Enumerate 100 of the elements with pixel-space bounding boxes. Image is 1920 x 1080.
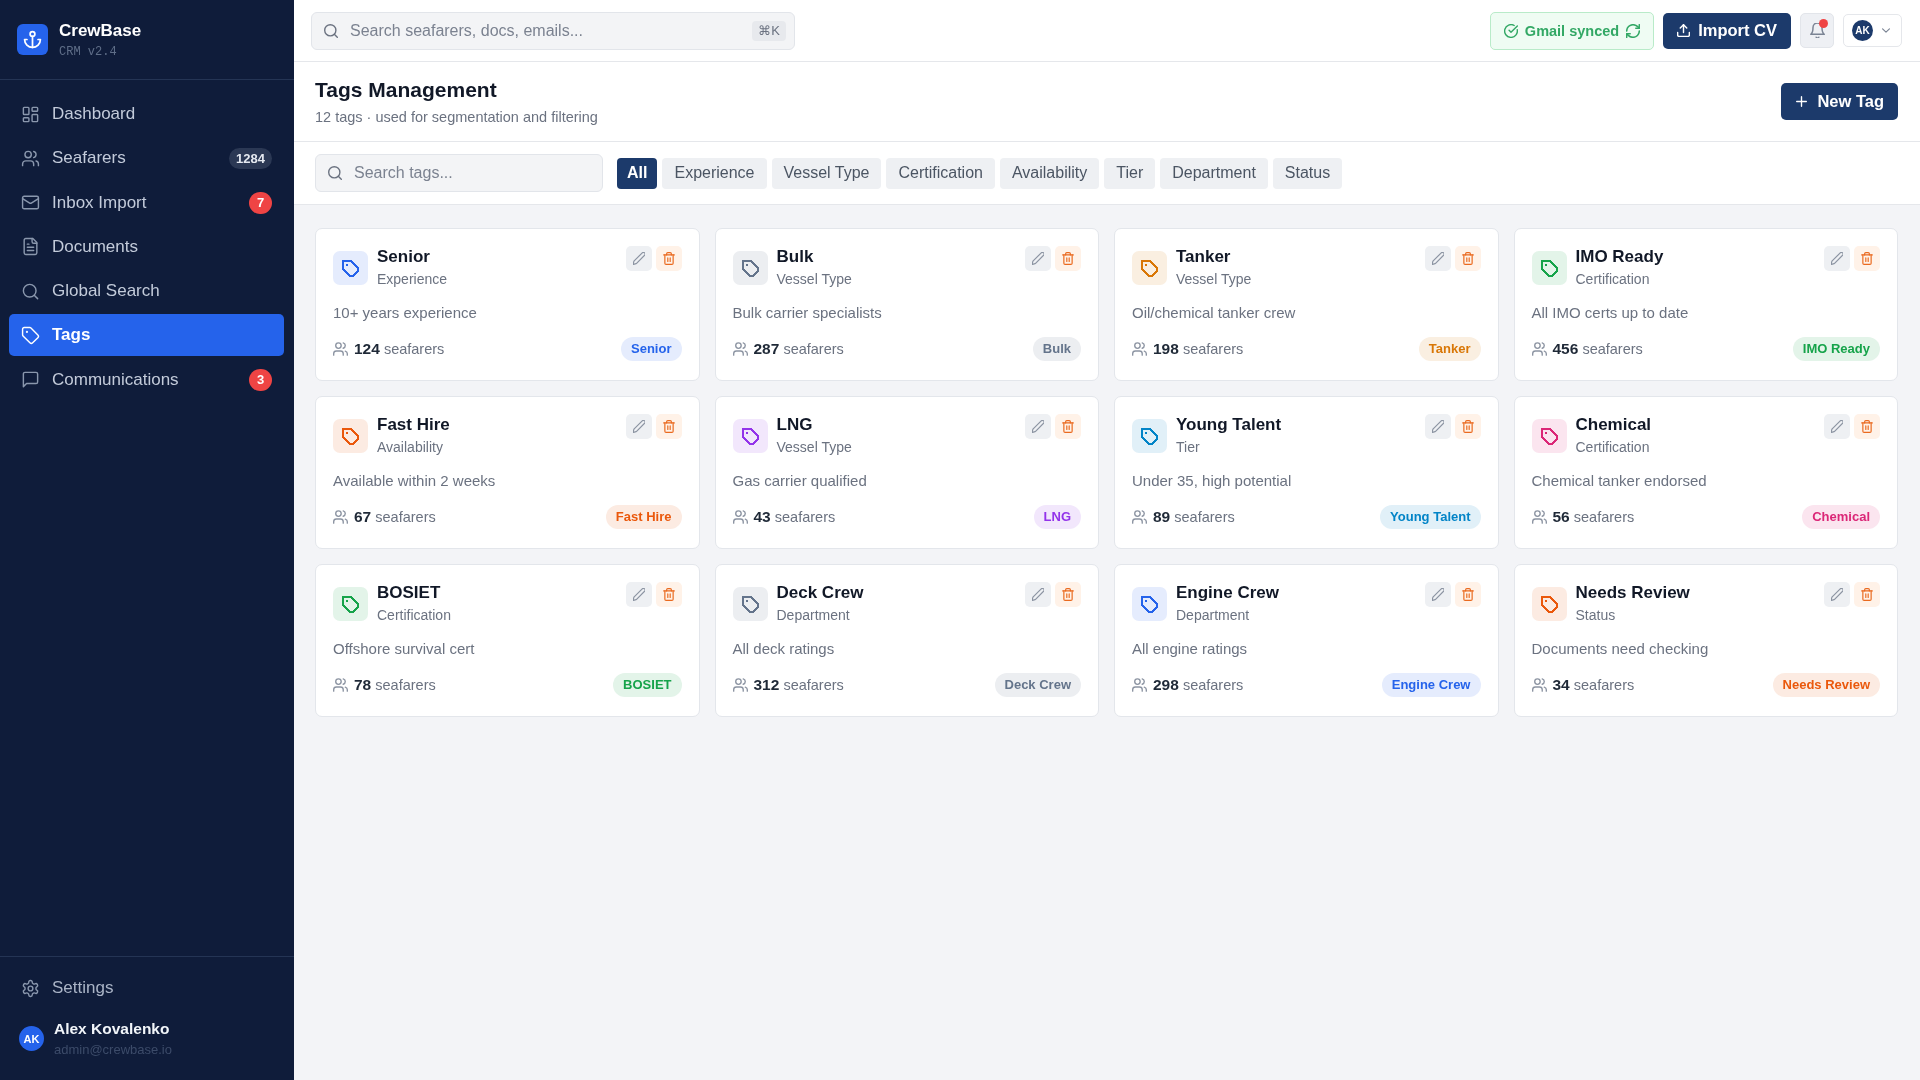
search-icon (324, 23, 338, 38)
delete-button[interactable] (1454, 246, 1481, 271)
account-menu[interactable]: AK (1843, 14, 1902, 47)
refresh-icon[interactable] (1626, 23, 1641, 38)
new-tag-button[interactable]: New Tag (1781, 83, 1898, 120)
tag-description: Offshore survival cert (333, 639, 476, 659)
delete-button[interactable] (655, 246, 682, 271)
user-name: Alex Kovalenko (54, 1019, 171, 1038)
tag-label: Young Talent (1380, 505, 1481, 529)
seafarer-count: 124 seafarers (354, 340, 445, 358)
trash-icon (1461, 588, 1474, 601)
nav-item[interactable]: Communications 3 (9, 358, 284, 401)
edit-button[interactable] (625, 246, 652, 271)
pencil-icon (632, 252, 645, 265)
tag-label: LNG (1033, 505, 1081, 529)
edit-button[interactable] (1824, 582, 1850, 607)
notifications-button[interactable] (1800, 13, 1834, 48)
filter-chip[interactable]: Certification (886, 157, 995, 189)
filter-chip[interactable]: Experience (662, 157, 767, 189)
tag-category: Availability (377, 438, 444, 456)
filter-chip[interactable]: Tier (1104, 157, 1156, 189)
tag-icon (1531, 251, 1567, 285)
pencil-icon (632, 588, 645, 601)
filter-chip[interactable]: Status (1272, 157, 1343, 189)
nav-item[interactable]: Tags (9, 314, 284, 357)
edit-button[interactable] (1025, 246, 1051, 271)
seafarer-count: 198 seafarers (1153, 340, 1244, 358)
nav-item[interactable]: Global Search (9, 270, 284, 313)
delete-button[interactable] (1854, 582, 1880, 607)
delete-button[interactable] (1454, 582, 1481, 607)
nav-item[interactable]: Seafarers 1284 (9, 137, 284, 180)
tag-name: Tanker (1176, 246, 1232, 268)
import-button[interactable]: Import CV (1663, 12, 1791, 49)
users-icon (333, 342, 348, 356)
tag-name: Engine Crew (1176, 582, 1280, 604)
users-icon (1132, 678, 1147, 692)
shortcut-hint: ⌘K (752, 20, 786, 41)
edit-button[interactable] (1424, 414, 1451, 439)
pencil-icon (1431, 588, 1444, 601)
filter-chip[interactable]: Department (1160, 157, 1268, 189)
delete-button[interactable] (1055, 246, 1081, 271)
users-icon (1531, 678, 1547, 692)
tag-icon (333, 587, 368, 621)
nav-item[interactable]: Inbox Import 7 (9, 181, 284, 224)
delete-button[interactable] (1454, 414, 1481, 439)
tag-description: Gas carrier qualified (732, 471, 868, 491)
nav-item[interactable]: Documents (9, 225, 284, 268)
tag-name: Fast Hire (377, 414, 451, 436)
seafarer-count: 34 seafarers (1552, 676, 1635, 694)
delete-button[interactable] (1055, 582, 1081, 607)
pencil-icon (632, 420, 645, 433)
trash-icon (1461, 420, 1474, 433)
page-title: Tags Management (315, 77, 498, 102)
delete-button[interactable] (655, 582, 682, 607)
delete-button[interactable] (1854, 246, 1880, 271)
tag-description: All deck ratings (732, 639, 836, 659)
edit-button[interactable] (1025, 414, 1051, 439)
filter-chip[interactable]: All (617, 157, 658, 189)
edit-button[interactable] (1424, 246, 1451, 271)
filter-chip[interactable]: Vessel Type (771, 157, 882, 189)
users-icon (333, 678, 348, 692)
tag-category: Experience (377, 270, 449, 288)
tag-icon (1531, 587, 1567, 621)
tag-label: Deck Crew (994, 673, 1081, 697)
search-field[interactable]: Search tags... (315, 154, 603, 192)
edit-button[interactable] (1424, 582, 1451, 607)
tag-description: Documents need checking (1531, 639, 1710, 659)
edit-button[interactable] (1824, 246, 1850, 271)
users-icon (333, 510, 348, 524)
trash-icon (662, 252, 675, 265)
edit-button[interactable] (1025, 582, 1051, 607)
trash-icon (1062, 588, 1074, 601)
tag-name: LNG (776, 414, 814, 436)
tag-icon (732, 251, 768, 285)
delete-button[interactable] (655, 414, 682, 439)
delete-button[interactable] (1055, 414, 1081, 439)
users-icon (732, 678, 748, 692)
tag-icon (333, 419, 368, 453)
sync-label: Gmail synced (1524, 22, 1620, 39)
tag-category: Certification (377, 606, 452, 624)
edit-button[interactable] (625, 414, 652, 439)
seafarer-count: 312 seafarers (753, 676, 844, 694)
pencil-icon (1431, 420, 1444, 433)
tag-description: 10+ years experience (333, 303, 478, 323)
nav-item[interactable]: Dashboard (9, 93, 284, 135)
filter-chip[interactable]: Availability (999, 157, 1100, 189)
pencil-icon (1831, 252, 1843, 265)
tag-label: Tanker (1418, 337, 1481, 361)
users-icon (1132, 510, 1147, 524)
edit-button[interactable] (1824, 414, 1850, 439)
seafarer-count: 287 seafarers (753, 340, 844, 358)
seafarer-count: 456 seafarers (1552, 340, 1643, 358)
delete-button[interactable] (1854, 414, 1880, 439)
tag-name: Chemical (1575, 414, 1653, 436)
tag-category: Vessel Type (1176, 270, 1253, 288)
tag-description: Oil/chemical tanker crew (1132, 303, 1297, 323)
settings-link[interactable]: Settings (9, 967, 284, 1009)
tag-description: Available within 2 weeks (333, 471, 497, 491)
tag-icon (1132, 419, 1167, 453)
edit-button[interactable] (625, 582, 652, 607)
